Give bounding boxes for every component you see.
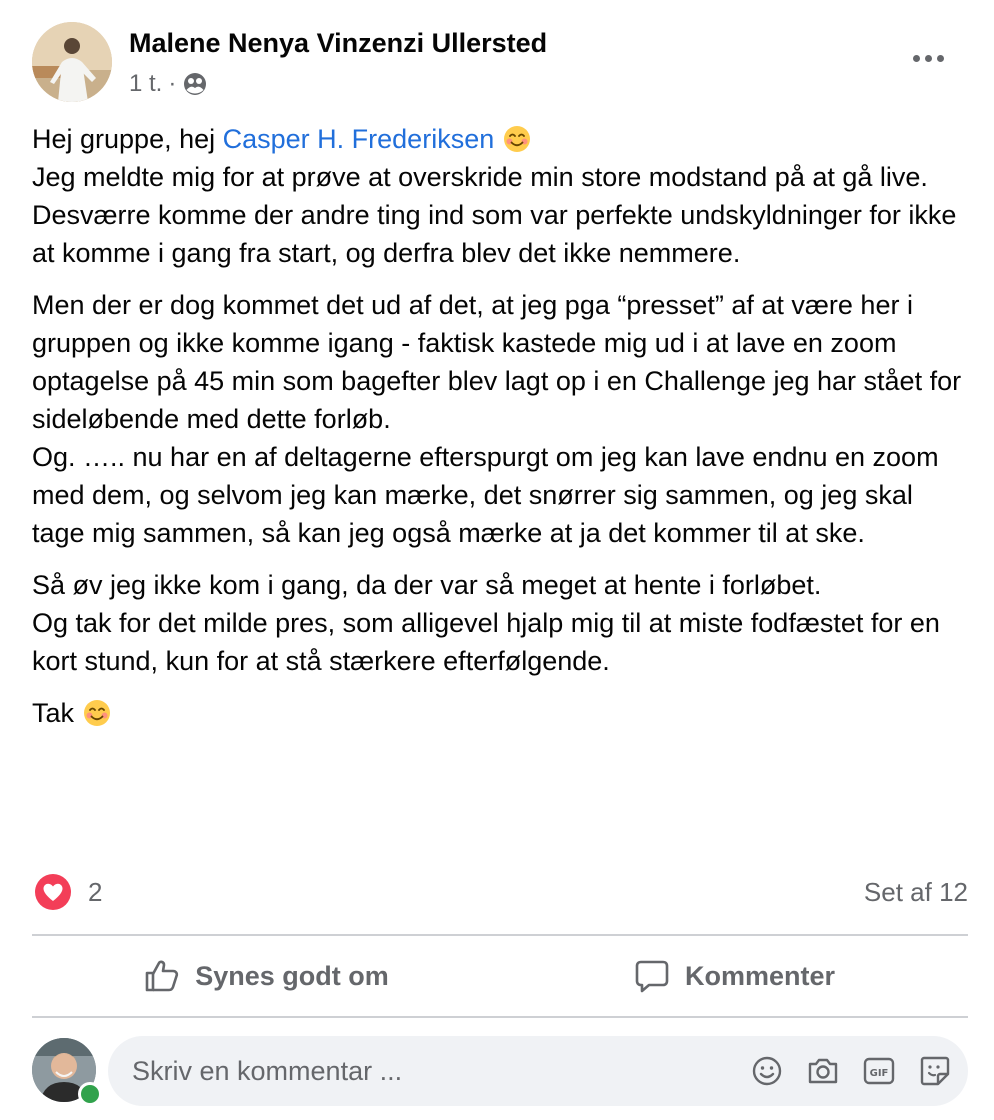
more-dot: [912, 54, 920, 62]
smiling-face-icon: [503, 126, 530, 152]
emoji-icon[interactable]: [748, 1052, 786, 1090]
like-button[interactable]: Synes godt om: [32, 938, 500, 1014]
greeting-text: Hej gruppe, hej: [32, 124, 223, 154]
reaction-count[interactable]: 2: [88, 877, 102, 908]
love-reaction-icon[interactable]: [34, 873, 72, 911]
post-body: Hej gruppe, hej Casper H. Frederiksen Je…: [32, 120, 972, 746]
comment-composer: GIF: [32, 1036, 968, 1106]
divider: [32, 1016, 968, 1018]
mention-link[interactable]: Casper H. Frederiksen: [223, 124, 495, 154]
post-meta: 1 t. ·: [129, 70, 208, 98]
post-paragraph: Tak: [32, 694, 972, 732]
seen-by-count[interactable]: Set af 12: [864, 877, 968, 908]
post-paragraph: Så øv jeg ikke kom i gang, da der var så…: [32, 570, 940, 676]
action-bar: Synes godt om Kommenter: [32, 938, 968, 1014]
comment-box[interactable]: GIF: [108, 1036, 968, 1106]
post-header: Malene Nenya Vinzenzi Ullersted 1 t. ·: [32, 22, 962, 106]
more-dot: [924, 54, 932, 62]
svg-text:GIF: GIF: [870, 1068, 889, 1079]
group-icon: [184, 73, 207, 95]
comment-button[interactable]: Kommenter: [500, 938, 968, 1014]
like-label: Synes godt om: [195, 960, 389, 991]
meta-separator: ·: [168, 70, 177, 97]
gif-icon[interactable]: GIF: [860, 1052, 898, 1090]
closing-text: Tak: [32, 698, 75, 728]
post-paragraph: Men der er dog kommet det ud af det, at …: [32, 290, 962, 548]
comment-input[interactable]: [108, 1036, 732, 1106]
sticker-icon[interactable]: [916, 1052, 954, 1090]
composer-icons: GIF: [748, 1052, 954, 1090]
post-card: Malene Nenya Vinzenzi Ullersted 1 t. · H…: [0, 0, 994, 1120]
author-name[interactable]: Malene Nenya Vinzenzi Ullersted: [129, 28, 547, 59]
divider: [32, 934, 968, 936]
smiling-face-icon: [83, 700, 110, 726]
comment-bubble-icon: [635, 960, 669, 993]
author-avatar[interactable]: [32, 22, 112, 102]
more-dot: [936, 54, 944, 62]
thumbs-up-icon: [145, 960, 179, 992]
comment-label: Kommenter: [684, 960, 836, 991]
camera-icon[interactable]: [804, 1052, 842, 1090]
paragraph-text: Jeg meldte mig for at prøve at overskrid…: [32, 162, 957, 268]
post-timestamp[interactable]: 1 t.: [129, 70, 162, 98]
post-paragraph: Hej gruppe, hej Casper H. Frederiksen Je…: [32, 120, 972, 272]
online-status-dot: [78, 1082, 102, 1106]
more-options-button[interactable]: [908, 46, 948, 70]
reactions-bar: 2 Set af 12: [34, 872, 968, 912]
